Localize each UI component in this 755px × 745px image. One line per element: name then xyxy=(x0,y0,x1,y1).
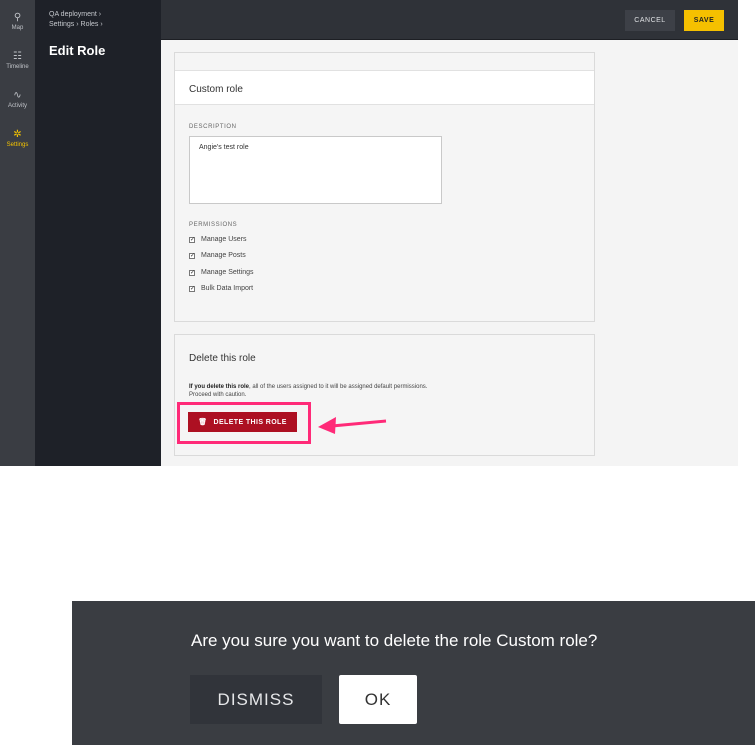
permission-bulk-data-import[interactable]: ✓ Bulk Data Import xyxy=(189,285,253,292)
permission-label: Manage Posts xyxy=(201,252,246,259)
gear-icon: ✲ xyxy=(13,129,22,140)
permission-manage-users[interactable]: ✓ Manage Users xyxy=(189,236,247,243)
dismiss-button[interactable]: DISMISS xyxy=(190,675,322,724)
checkbox-checked-icon[interactable]: ✓ xyxy=(189,252,195,259)
breadcrumb-deployment[interactable]: QA deployment › xyxy=(49,10,103,20)
checkbox-checked-icon[interactable]: ✓ xyxy=(189,269,195,276)
permission-label: Manage Users xyxy=(201,236,247,243)
nav-item-label: Activity xyxy=(7,103,27,109)
ok-button[interactable]: OK xyxy=(339,675,417,724)
delete-role-button[interactable]: 🗑 DELETE THIS ROLE xyxy=(188,412,297,432)
delete-role-button-label: DELETE THIS ROLE xyxy=(213,418,287,426)
delete-confirmation-dialog: Are you sure you want to delete the role… xyxy=(72,601,755,745)
cancel-button[interactable]: CANCEL xyxy=(625,10,675,31)
page-title: Edit Role xyxy=(49,43,106,58)
save-button[interactable]: SAVE xyxy=(684,10,724,31)
page: ⚲ Map ☷ Timeline ∿ Activity ✲ Settings Q… xyxy=(0,0,755,745)
permissions-label: PERMISSIONS xyxy=(189,222,238,228)
nav-item-label: Map xyxy=(11,25,24,31)
description-field[interactable]: Angie's test role xyxy=(189,136,442,204)
edit-role-screenshot: ⚲ Map ☷ Timeline ∿ Activity ✲ Settings Q… xyxy=(0,0,738,466)
role-card-header: Custom role xyxy=(175,53,594,105)
permission-manage-settings[interactable]: ✓ Manage Settings xyxy=(189,269,254,276)
delete-section-title: Delete this role xyxy=(189,353,256,364)
checkbox-checked-icon[interactable]: ✓ xyxy=(189,236,195,243)
nav-item-label: Timeline xyxy=(6,64,29,70)
map-pin-icon: ⚲ xyxy=(13,12,22,23)
nav-item-map[interactable]: ⚲ Map xyxy=(0,2,35,41)
activity-icon: ∿ xyxy=(13,90,22,101)
nav-item-settings[interactable]: ✲ Settings xyxy=(0,119,35,158)
delete-warning-text: If you delete this role, all of the user… xyxy=(189,383,439,399)
nav-item-label: Settings xyxy=(6,142,29,148)
nav-item-activity[interactable]: ∿ Activity xyxy=(0,80,35,119)
permission-label: Manage Settings xyxy=(201,269,254,276)
description-label: DESCRIPTION xyxy=(189,124,237,130)
annotation-arrow-icon xyxy=(318,417,387,434)
permission-manage-posts[interactable]: ✓ Manage Posts xyxy=(189,252,246,259)
confirmation-message: Are you sure you want to delete the role… xyxy=(191,631,598,650)
trash-icon: 🗑 xyxy=(198,419,208,426)
breadcrumb-settings-roles[interactable]: Settings › Roles › xyxy=(49,20,103,30)
side-panel: QA deployment › Settings › Roles › Edit … xyxy=(35,0,161,466)
timeline-icon: ☷ xyxy=(13,51,22,62)
permission-label: Bulk Data Import xyxy=(201,285,254,292)
nav-item-timeline[interactable]: ☷ Timeline xyxy=(0,41,35,80)
icon-nav-bar: ⚲ Map ☷ Timeline ∿ Activity ✲ Settings xyxy=(0,0,35,466)
delete-warning-bold: If you delete this role xyxy=(189,384,250,390)
card-header-stripe xyxy=(175,53,594,71)
role-card: Custom role DESCRIPTION Angie's test rol… xyxy=(174,52,595,322)
checkbox-checked-icon[interactable]: ✓ xyxy=(189,285,195,292)
top-toolbar: CANCEL SAVE xyxy=(161,0,738,40)
role-name: Custom role xyxy=(189,84,243,95)
breadcrumb: QA deployment › Settings › Roles › xyxy=(49,10,103,30)
